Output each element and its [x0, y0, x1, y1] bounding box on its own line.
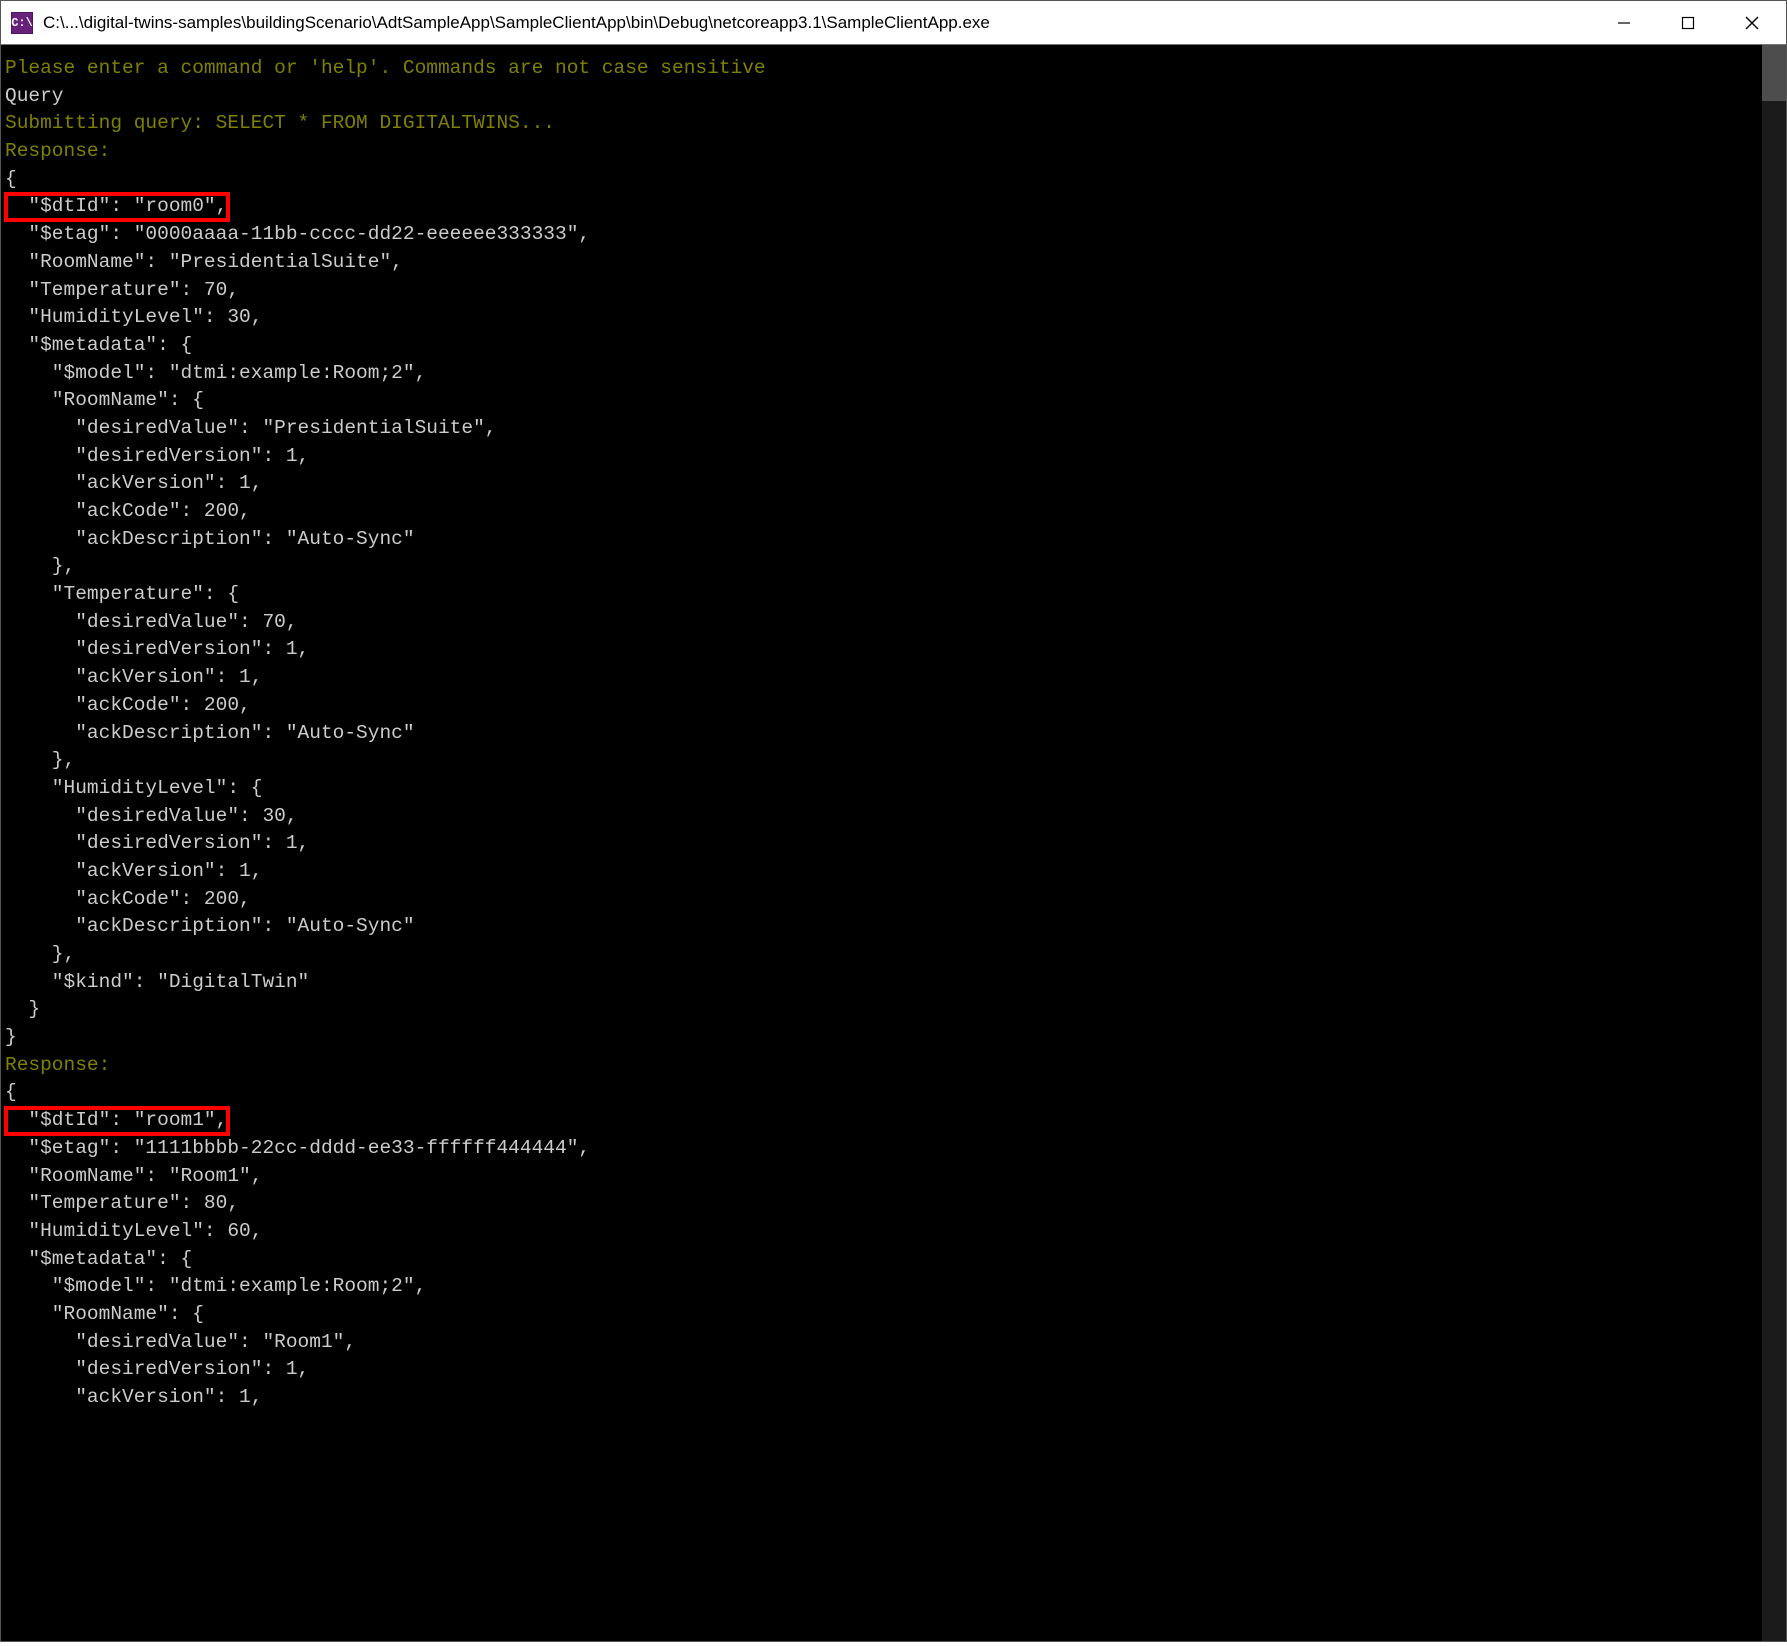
console-area[interactable]: Please enter a command or 'help'. Comman… — [1, 45, 1786, 1641]
titlebar[interactable]: C:\ C:\...\digital-twins-samples\buildin… — [1, 1, 1786, 45]
scrollbar-track[interactable] — [1762, 45, 1786, 1641]
console-line: "desiredValue": "PresidentialSuite", — [5, 415, 1786, 443]
console-line: "ackVersion": 1, — [5, 664, 1786, 692]
console-line: { — [5, 166, 1786, 194]
console-line: "$dtId": "room0", — [5, 193, 1786, 221]
console-line: Please enter a command or 'help'. Comman… — [5, 55, 1786, 83]
window-frame: C:\ C:\...\digital-twins-samples\buildin… — [0, 0, 1787, 1642]
console-line: "$dtId": "room1", — [5, 1107, 1786, 1135]
console-line: } — [5, 996, 1786, 1024]
console-line: { — [5, 1079, 1786, 1107]
console-line: "$metadata": { — [5, 332, 1786, 360]
console-line: "ackDescription": "Auto-Sync" — [5, 913, 1786, 941]
console-line: "$etag": "1111bbbb-22cc-dddd-ee33-ffffff… — [5, 1135, 1786, 1163]
console-line: "ackVersion": 1, — [5, 470, 1786, 498]
console-line: "ackCode": 200, — [5, 886, 1786, 914]
console-line: "$kind": "DigitalTwin" — [5, 969, 1786, 997]
app-icon: C:\ — [11, 12, 33, 34]
maximize-button[interactable] — [1656, 1, 1720, 44]
highlight-box — [4, 192, 230, 222]
console-line: "desiredValue": "Room1", — [5, 1329, 1786, 1357]
highlight-box — [4, 1106, 230, 1136]
console-line: "desiredVersion": 1, — [5, 1356, 1786, 1384]
console-line: Response: — [5, 138, 1786, 166]
console-line: "desiredValue": 30, — [5, 803, 1786, 831]
console-output: Please enter a command or 'help'. Comman… — [1, 45, 1786, 1412]
console-line: } — [5, 1024, 1786, 1052]
console-line: Query — [5, 83, 1786, 111]
dtid-highlight: "$dtId": "room1", — [5, 1107, 227, 1135]
console-line: }, — [5, 553, 1786, 581]
console-line: }, — [5, 747, 1786, 775]
console-line: }, — [5, 941, 1786, 969]
console-line: "$metadata": { — [5, 1246, 1786, 1274]
console-line: "desiredVersion": 1, — [5, 636, 1786, 664]
window-controls — [1592, 1, 1784, 44]
console-line: "ackDescription": "Auto-Sync" — [5, 720, 1786, 748]
console-line: "Temperature": 70, — [5, 277, 1786, 305]
console-line: "desiredVersion": 1, — [5, 830, 1786, 858]
scrollbar-thumb[interactable] — [1762, 45, 1786, 101]
console-line: Response: — [5, 1052, 1786, 1080]
console-line: "RoomName": "Room1", — [5, 1163, 1786, 1191]
console-line: "$model": "dtmi:example:Room;2", — [5, 1273, 1786, 1301]
console-line: "ackVersion": 1, — [5, 858, 1786, 886]
console-line: "ackDescription": "Auto-Sync" — [5, 526, 1786, 554]
console-line: "Temperature": { — [5, 581, 1786, 609]
minimize-button[interactable] — [1592, 1, 1656, 44]
window-title: C:\...\digital-twins-samples\buildingSce… — [43, 13, 1592, 33]
console-line: "Temperature": 80, — [5, 1190, 1786, 1218]
console-line: "ackCode": 200, — [5, 498, 1786, 526]
console-line: "$etag": "0000aaaa-11bb-cccc-dd22-eeeeee… — [5, 221, 1786, 249]
console-line: "RoomName": "PresidentialSuite", — [5, 249, 1786, 277]
console-line: "RoomName": { — [5, 387, 1786, 415]
console-line: "HumidityLevel": 60, — [5, 1218, 1786, 1246]
console-line: "ackVersion": 1, — [5, 1384, 1786, 1412]
console-line: "ackCode": 200, — [5, 692, 1786, 720]
console-line: "desiredValue": 70, — [5, 609, 1786, 637]
console-line: "$model": "dtmi:example:Room;2", — [5, 360, 1786, 388]
console-line: "desiredVersion": 1, — [5, 443, 1786, 471]
close-button[interactable] — [1720, 1, 1784, 44]
console-line: "HumidityLevel": 30, — [5, 304, 1786, 332]
dtid-highlight: "$dtId": "room0", — [5, 193, 227, 221]
console-line: Submitting query: SELECT * FROM DIGITALT… — [5, 110, 1786, 138]
console-line: "RoomName": { — [5, 1301, 1786, 1329]
console-line: "HumidityLevel": { — [5, 775, 1786, 803]
